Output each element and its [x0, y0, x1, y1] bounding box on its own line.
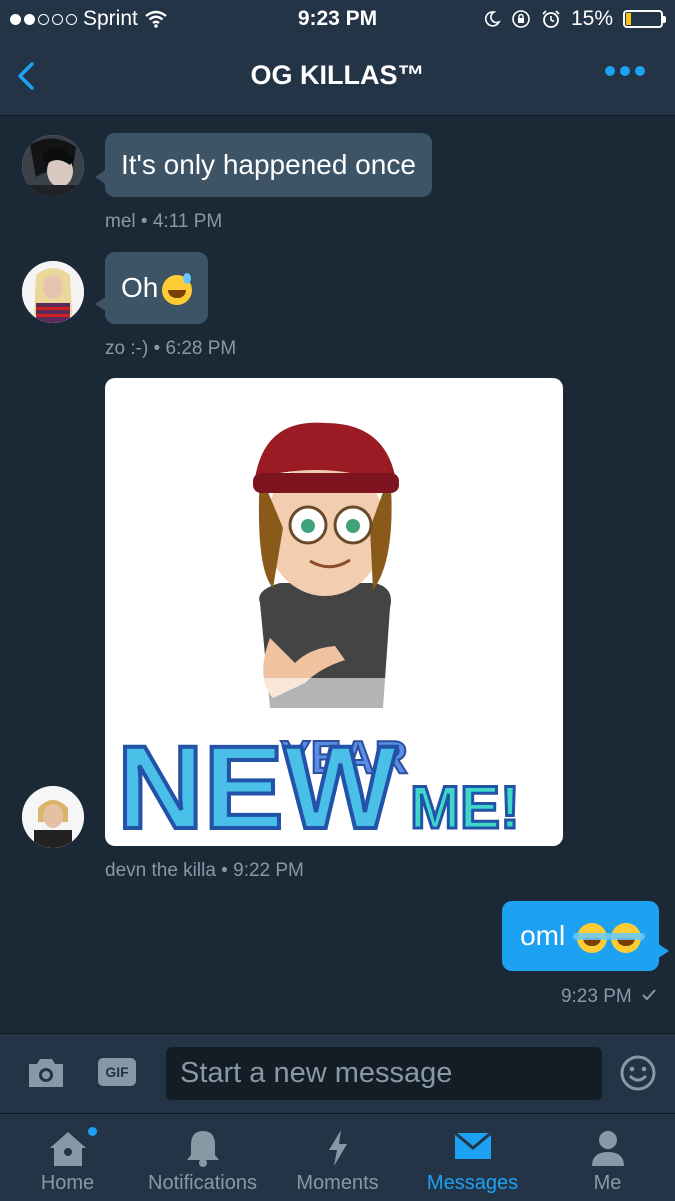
avatar[interactable]	[22, 261, 84, 323]
more-options-icon[interactable]	[605, 66, 645, 76]
tab-label: Me	[593, 1172, 622, 1194]
sticker-word-me: ME!	[410, 774, 520, 841]
battery-level	[626, 13, 632, 25]
moon-icon	[484, 11, 501, 27]
tab-me[interactable]: Me	[540, 1114, 675, 1201]
message-meta: mel • 4:11 PM	[105, 211, 223, 232]
message-time: 6:28 PM	[165, 338, 237, 359]
person-icon	[591, 1131, 624, 1166]
message-list: It's only happened once mel • 4:11 PM Oh…	[0, 116, 675, 1033]
tab-messages[interactable]: Messages	[405, 1114, 540, 1201]
grinning-sweat-emoji-icon	[162, 272, 193, 305]
conversation-title: OG KILLAS™	[250, 60, 425, 90]
new-content-dot	[88, 1127, 97, 1136]
rotation-lock-icon	[512, 10, 530, 28]
sender-name: devn the killa	[105, 860, 216, 881]
message-meta: zo :-) • 6:28 PM	[105, 338, 237, 359]
home-icon	[49, 1132, 86, 1166]
message-meta: devn the killa • 9:22 PM	[105, 860, 304, 881]
emoji-picker-icon[interactable]	[619, 1054, 657, 1092]
message-bubble[interactable]: It's only happened once	[95, 133, 432, 197]
tab-moments[interactable]: Moments	[270, 1114, 405, 1201]
battery-percent: 15%	[570, 7, 613, 30]
bell-icon	[186, 1131, 219, 1167]
message-meta: 9:23 PM	[561, 986, 657, 1008]
message-text: oml	[520, 920, 566, 951]
message-text: It's only happened once	[121, 149, 416, 180]
gif-button[interactable]: GIF	[98, 1058, 136, 1086]
tab-bar: Home Notifications Moments Messages Me	[0, 1113, 675, 1201]
tab-notifications[interactable]: Notifications	[135, 1114, 270, 1201]
lightning-icon	[328, 1130, 347, 1166]
tab-label: Notifications	[148, 1172, 257, 1194]
tab-home[interactable]: Home	[0, 1114, 135, 1201]
sender-name: mel	[105, 211, 136, 232]
conversation-header: OG KILLAS™	[0, 40, 675, 116]
tab-label: Messages	[426, 1172, 519, 1194]
avatar[interactable]	[22, 786, 84, 848]
bitmoji-sticker[interactable]: YEAR NEW ME!	[105, 378, 563, 846]
envelope-icon	[453, 1131, 492, 1159]
message-time: 9:22 PM	[233, 860, 304, 881]
sent-message-bubble[interactable]: oml	[502, 901, 669, 971]
message-text: Oh	[121, 272, 159, 303]
battery-icon	[623, 10, 666, 28]
tab-label: Moments	[296, 1172, 379, 1194]
message-time: 4:11 PM	[152, 211, 223, 232]
avatar[interactable]	[22, 135, 84, 197]
status-icons: 15%	[483, 7, 666, 31]
alarm-icon	[542, 10, 560, 28]
sender-name: zo :-)	[105, 338, 149, 359]
message-time: 9:23 PM	[560, 986, 632, 1007]
tab-label: Home	[40, 1172, 95, 1194]
message-input[interactable]	[166, 1047, 602, 1100]
message-bubble[interactable]: Oh	[94, 252, 209, 324]
message-composer: GIF	[0, 1033, 675, 1114]
sticker-word-new: NEW	[117, 722, 398, 846]
status-bar: Sprint 9:23 PM 15%	[0, 0, 675, 40]
camera-icon[interactable]	[25, 1056, 67, 1090]
sent-check-icon	[642, 989, 656, 1001]
tears-of-joy-emoji-icon	[573, 922, 611, 953]
tears-of-joy-emoji-icon	[607, 922, 645, 953]
